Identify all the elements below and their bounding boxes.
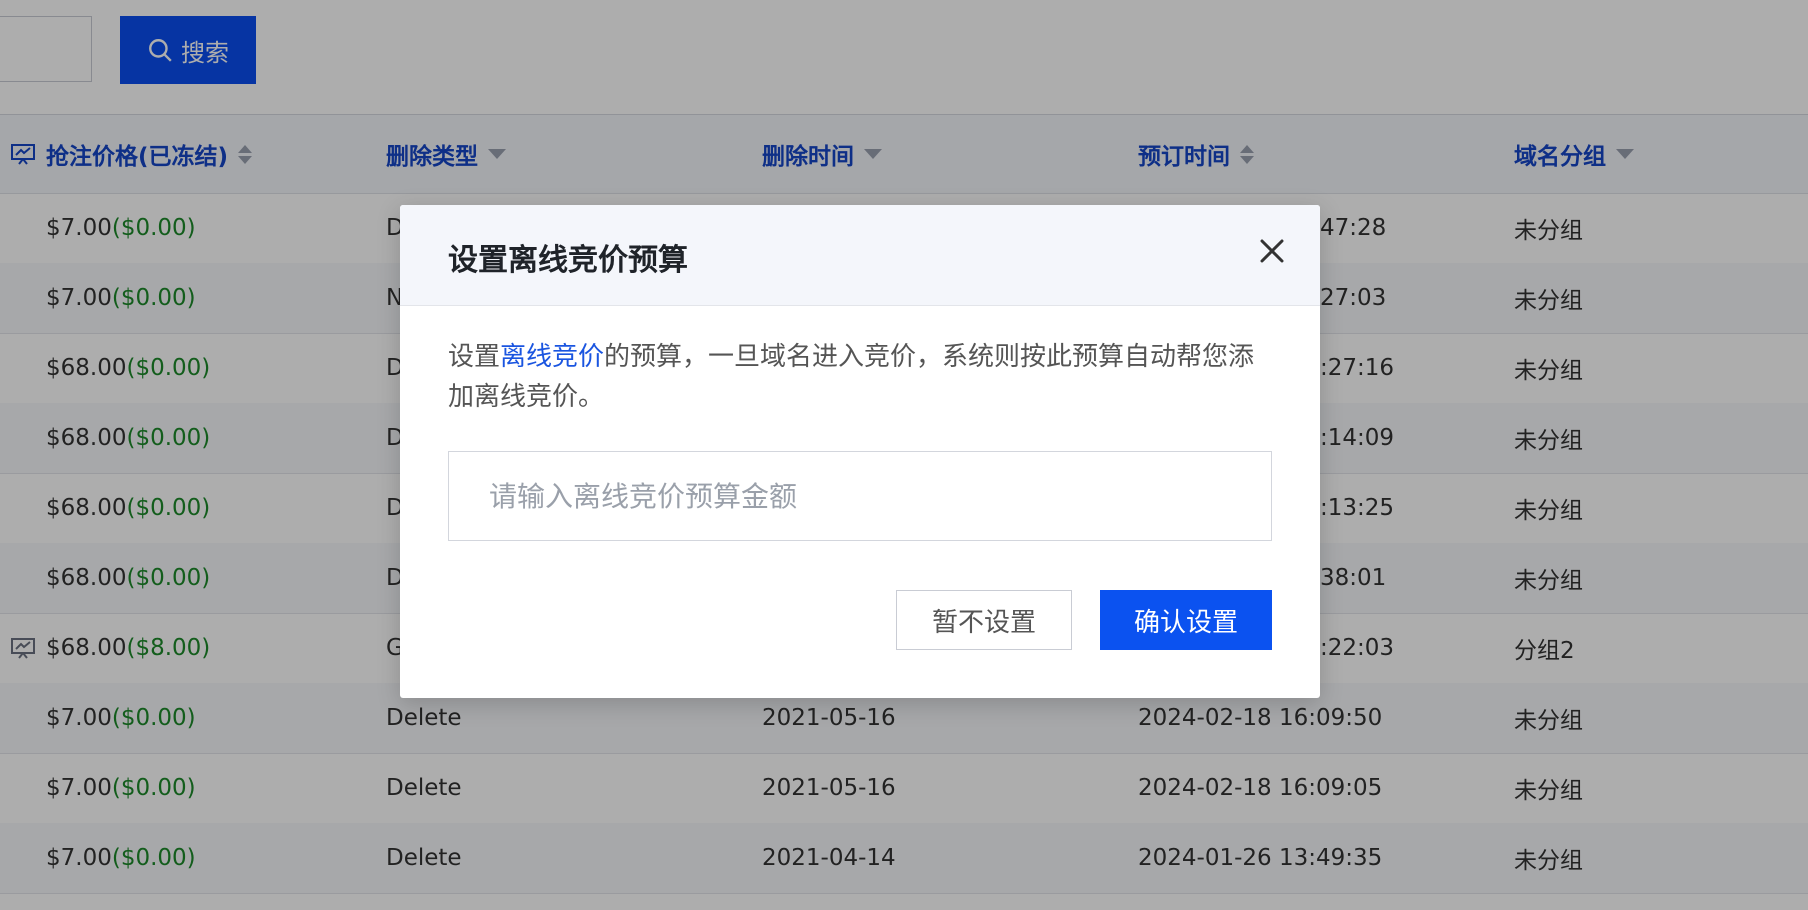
confirm-button[interactable]: 确认设置 (1100, 590, 1272, 650)
budget-amount-input[interactable] (448, 451, 1272, 541)
close-icon[interactable] (1256, 235, 1288, 267)
dialog-title: 设置离线竞价预算 (448, 243, 688, 278)
offline-bid-link[interactable]: 离线竞价 (500, 342, 604, 372)
dialog-description: 设置离线竞价的预算，一旦域名进入竞价，系统则按此预算自动帮您添加离线竞价。 (448, 342, 1255, 412)
budget-dialog: 设置离线竞价预算 设置离线竞价的预算，一旦域名进入竞价，系统则按此预算自动帮您添… (400, 205, 1320, 698)
dialog-header: 设置离线竞价预算 (400, 205, 1320, 306)
page: 搜索 抢注价格(已冻结) 删除类型 删除时间 预订时间 域名分组 $7.00 ($… (0, 0, 1808, 910)
cancel-button[interactable]: 暂不设置 (896, 590, 1072, 650)
